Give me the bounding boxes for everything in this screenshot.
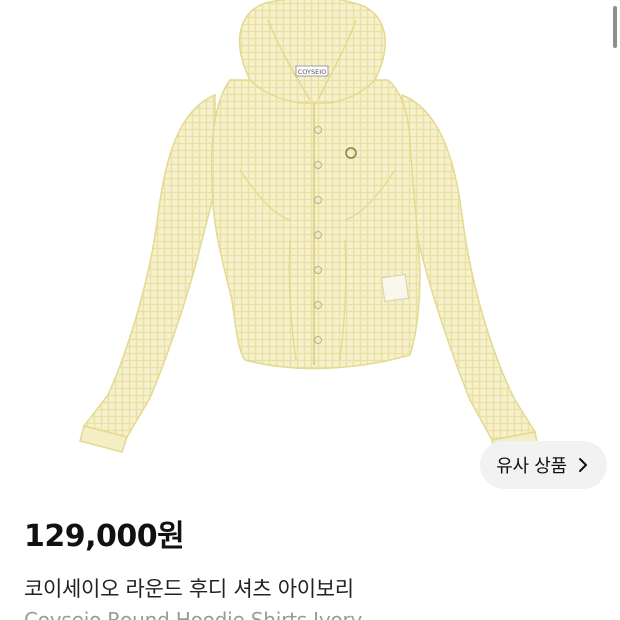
right-sleeve bbox=[401, 93, 537, 441]
left-sleeve bbox=[82, 93, 216, 438]
hem-patch bbox=[380, 273, 410, 303]
hood bbox=[238, 0, 386, 104]
product-detail-page: COYSEIO 유사 상품 129,000원 코이세이오 라운드 후디 셔츠 아… bbox=[0, 0, 620, 620]
product-title-korean: 코이세이오 라운드 후디 셔츠 아이보리 bbox=[24, 577, 354, 601]
chevron-right-icon bbox=[575, 457, 591, 473]
product-price: 129,000원 bbox=[24, 519, 185, 554]
product-title-english: Coyseio Round Hoodie Shirts Ivory bbox=[24, 608, 363, 620]
product-image[interactable]: COYSEIO bbox=[0, 0, 620, 500]
svg-text:COYSEIO: COYSEIO bbox=[298, 68, 327, 76]
shirt-body bbox=[210, 79, 421, 370]
hoodie-shirt-illustration: COYSEIO bbox=[79, 0, 539, 456]
similar-products-label: 유사 상품 bbox=[496, 456, 567, 477]
similar-products-button[interactable]: 유사 상품 bbox=[480, 441, 607, 489]
